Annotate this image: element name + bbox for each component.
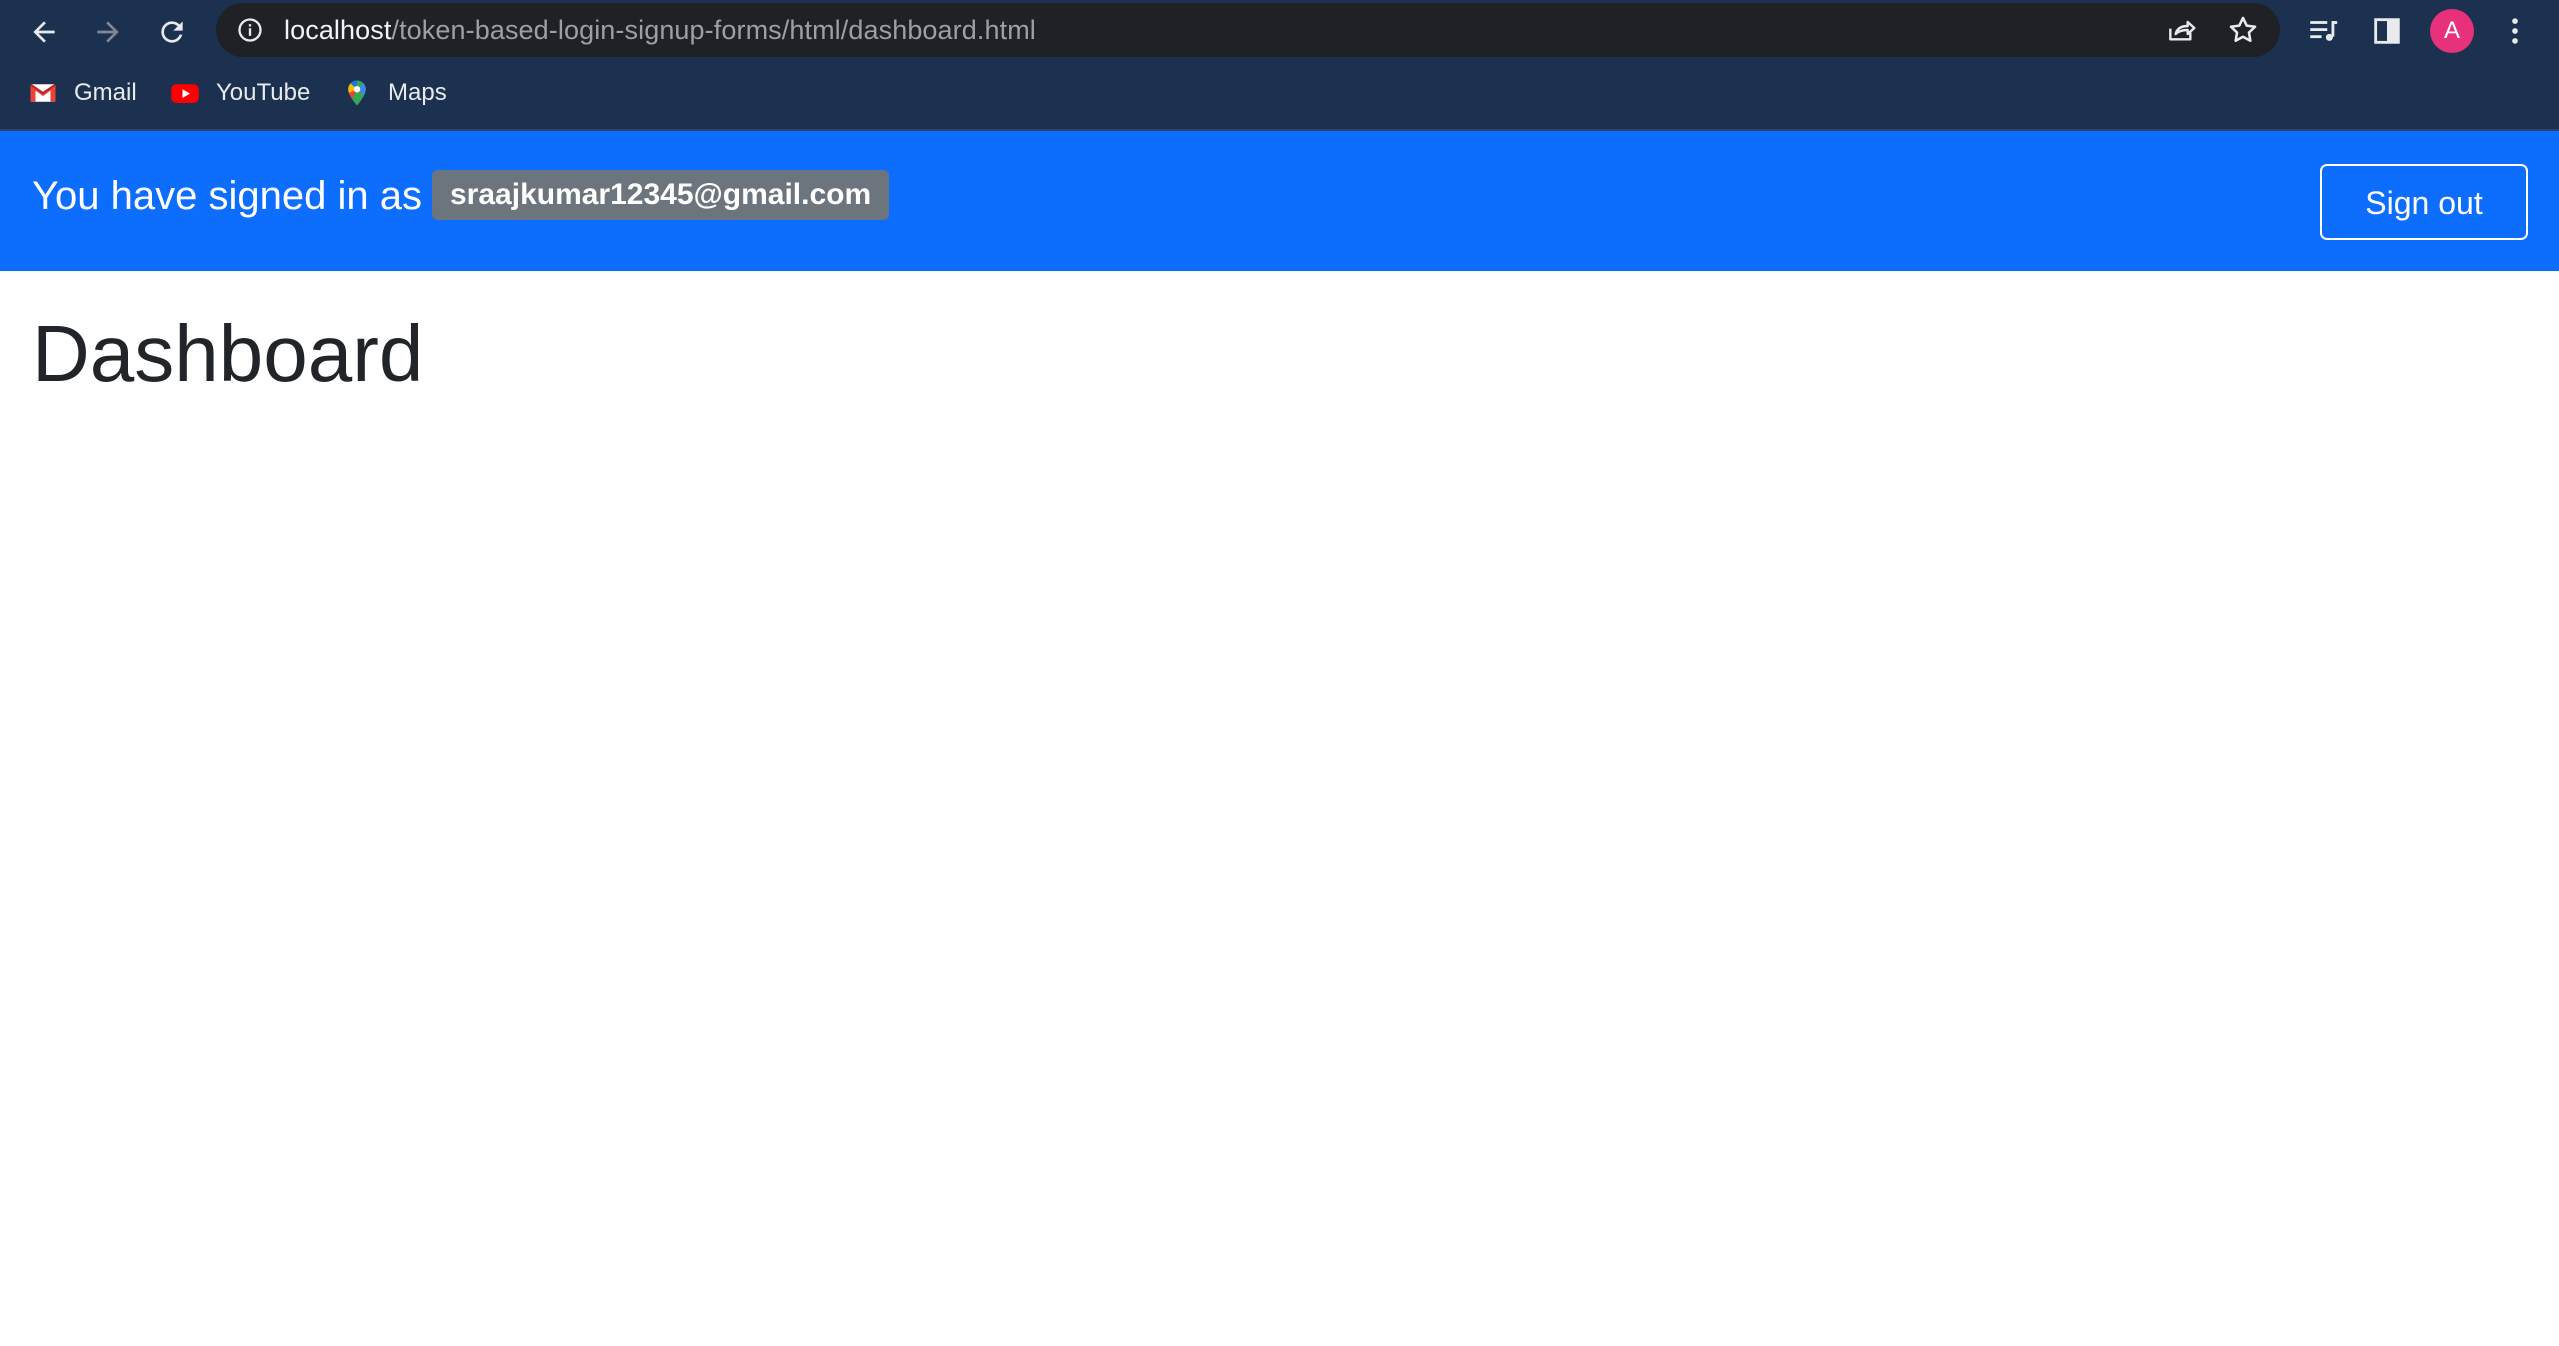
bookmark-gmail[interactable]: Gmail: [28, 74, 137, 112]
side-panel-icon: [2374, 18, 2400, 44]
bookmark-youtube[interactable]: YouTube: [170, 74, 310, 112]
address-bar[interactable]: localhost/token-based-login-signup-forms…: [216, 3, 2280, 57]
url-path: /token-based-login-signup-forms/html/das…: [391, 15, 1036, 45]
browser-chrome: localhost/token-based-login-signup-forms…: [0, 0, 2559, 131]
signed-in-text: You have signed in as: [32, 174, 422, 218]
forward-button[interactable]: [86, 10, 130, 54]
info-icon[interactable]: [236, 16, 264, 44]
browser-toolbar: localhost/token-based-login-signup-forms…: [0, 0, 2559, 62]
user-email-badge: sraajkumar12345@gmail.com: [432, 170, 890, 220]
reload-icon: [161, 21, 183, 43]
address-url[interactable]: localhost/token-based-login-signup-forms…: [284, 3, 1036, 57]
share-icon[interactable]: [2164, 14, 2198, 46]
bookmark-maps[interactable]: Maps: [342, 74, 447, 112]
bookmark-label: YouTube: [216, 79, 311, 106]
media-control-icon: [2310, 21, 2338, 41]
browser-menu-button[interactable]: [2494, 10, 2536, 52]
page-content: You have signed in as sraajkumar12345@gm…: [0, 131, 2559, 1346]
sign-out-button[interactable]: Sign out: [2320, 164, 2528, 240]
side-panel-button[interactable]: [2366, 10, 2408, 52]
kebab-menu-icon: [2512, 18, 2518, 44]
reload-button[interactable]: [150, 10, 194, 54]
arrow-right-icon: [97, 21, 119, 43]
bookmark-label: Gmail: [74, 79, 137, 106]
maps-icon: [348, 80, 366, 106]
star-icon[interactable]: [2226, 13, 2260, 47]
gmail-icon: [30, 84, 56, 102]
profile-avatar[interactable]: A: [2430, 9, 2474, 53]
back-button[interactable]: [22, 10, 66, 54]
page-title: Dashboard: [32, 309, 424, 398]
url-host: localhost: [284, 15, 392, 45]
youtube-icon: [171, 84, 199, 103]
media-control-button[interactable]: [2302, 10, 2344, 52]
bookmarks-bar: Gmail YouTube Maps: [0, 62, 2559, 130]
top-navbar: You have signed in as sraajkumar12345@gm…: [0, 131, 2559, 271]
arrow-left-icon: [33, 21, 55, 43]
bookmark-label: Maps: [388, 79, 447, 106]
